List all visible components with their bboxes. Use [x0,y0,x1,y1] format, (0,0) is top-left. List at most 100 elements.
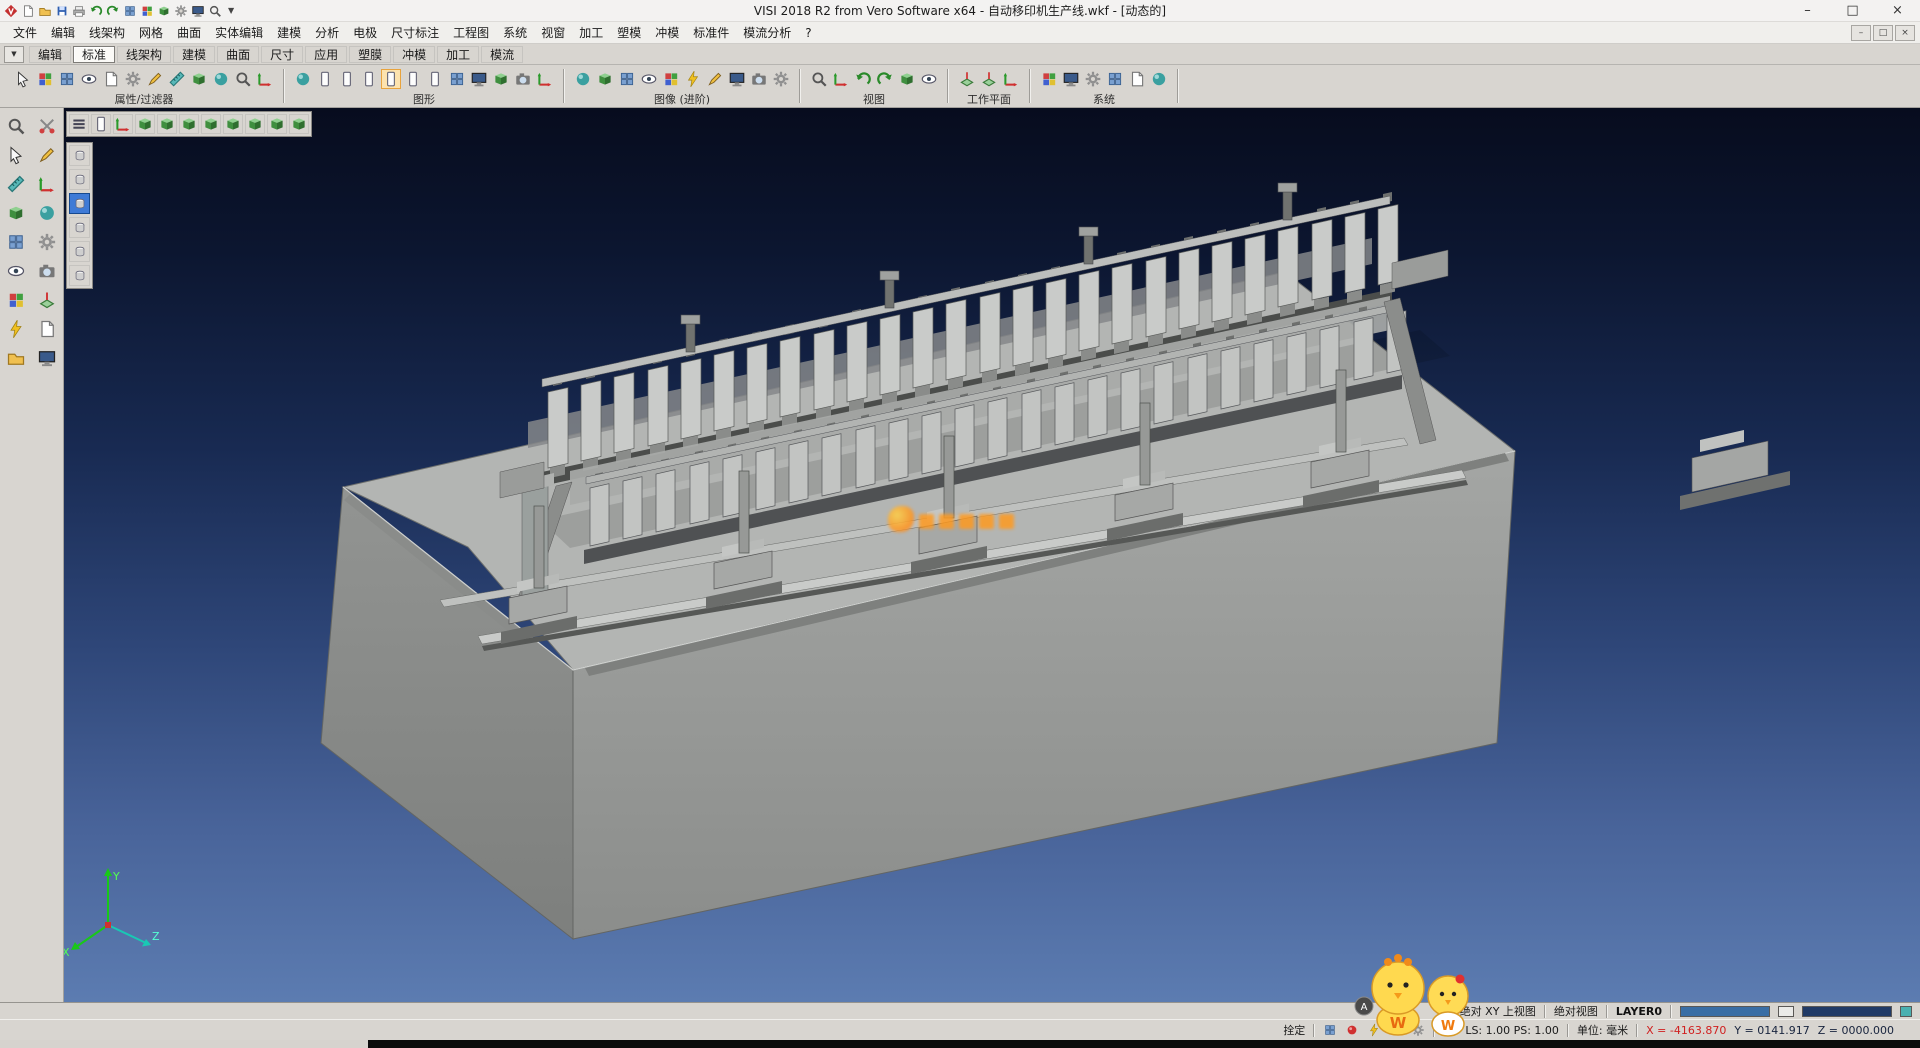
tab-dimension[interactable]: 尺寸 [261,46,303,63]
doc-tool-icon[interactable] [37,319,57,339]
viewport-3d[interactable]: X Y Z [64,108,1920,1002]
back-view-icon[interactable] [245,114,265,134]
tab-list-dropdown-icon[interactable]: ▼ [4,46,24,63]
viewport-layout-3-icon[interactable] [360,70,378,88]
iso-view-icon[interactable] [135,114,155,134]
axes-toggle-icon[interactable] [536,70,554,88]
tab-apply[interactable]: 应用 [305,46,347,63]
new-file-icon[interactable] [21,4,35,18]
library-tool-icon[interactable] [6,348,26,368]
wireframe-view-icon[interactable] [596,70,614,88]
quick-tool-icon[interactable] [6,319,26,339]
options-tool-icon[interactable] [37,232,57,252]
settings-filter-icon[interactable] [124,70,142,88]
zoom-icon[interactable] [810,70,828,88]
redo-icon[interactable] [106,4,120,18]
model-3d[interactable] [321,183,1790,939]
grid-icon[interactable] [123,4,137,18]
layer-search-icon[interactable] [1438,1004,1452,1018]
snapshot-icon[interactable] [514,70,532,88]
render-sphere-icon[interactable] [294,70,312,88]
shading-filter-icon[interactable] [212,70,230,88]
menu-item-help[interactable]: ? [798,24,818,42]
open-file-icon[interactable] [38,4,52,18]
undo-icon[interactable] [89,4,103,18]
print-icon[interactable] [72,4,86,18]
axonometric-view-icon[interactable] [289,114,309,134]
material-colors-icon[interactable] [662,70,680,88]
tab-mold[interactable]: 塑膜 [349,46,391,63]
quick-access-caret-icon[interactable]: ▼ [225,6,237,15]
rotate-right-icon[interactable] [876,70,894,88]
workplane-axes-icon[interactable] [1002,70,1020,88]
viewport-canvas[interactable]: X Y Z [64,108,1920,1002]
selection-mode-4-button[interactable] [69,217,90,238]
viewport-layout-1-icon[interactable] [316,70,334,88]
menu-item-drafting[interactable]: 工程图 [446,22,496,43]
sketch-render-icon[interactable] [706,70,724,88]
measure-tool-icon[interactable] [6,174,26,194]
menu-item-electrode[interactable]: 电极 [346,22,384,43]
menu-item-standard-parts[interactable]: 标准件 [686,22,736,43]
menu-item-mold[interactable]: 塑模 [610,22,648,43]
menu-item-moldflow[interactable]: 模流分析 [736,22,798,43]
transparency-icon[interactable] [640,70,658,88]
render-quality-icon[interactable] [1150,70,1168,88]
cube-icon[interactable] [157,4,171,18]
move-tool-icon[interactable] [37,174,57,194]
view-visibility-icon[interactable] [920,70,938,88]
active-layer-button[interactable]: LAYER0 [1616,1005,1662,1018]
view-tool-icon[interactable] [6,261,26,281]
menu-item-die[interactable]: 冲模 [648,22,686,43]
selection-mode-2-button[interactable] [69,169,90,190]
display-settings-icon[interactable] [728,70,746,88]
grid-settings-icon[interactable] [1106,70,1124,88]
viewport-layout-6-icon[interactable] [426,70,444,88]
lock-label[interactable]: 拴定 [1283,1022,1305,1038]
tab-machining[interactable]: 加工 [437,46,479,63]
tab-edit[interactable]: 编辑 [29,46,71,63]
menu-item-window[interactable]: 视窗 [534,22,572,43]
menu-item-dimension[interactable]: 尺寸标注 [384,22,446,43]
menu-item-machining[interactable]: 加工 [572,22,610,43]
plane-tool-icon[interactable] [37,290,57,310]
display-tool-icon[interactable] [37,348,57,368]
advanced-render-icon[interactable] [772,70,790,88]
save-icon[interactable] [55,4,69,18]
view-menu-icon[interactable] [69,114,89,134]
display-config-icon[interactable] [1062,70,1080,88]
dynamic-rotate-icon[interactable] [113,114,133,134]
top-view-icon[interactable] [179,114,199,134]
left-view-icon[interactable] [223,114,243,134]
highlight-color-chip[interactable] [1900,1006,1912,1017]
layer-color-swatch[interactable] [1680,1006,1770,1017]
grid-toggle-icon[interactable] [448,70,466,88]
color-table-icon[interactable] [1040,70,1058,88]
selection-filter-icon[interactable] [14,70,32,88]
menu-item-system[interactable]: 系统 [496,22,534,43]
doc-minimize-button[interactable]: – [1851,25,1871,41]
menu-item-surface[interactable]: 曲面 [170,22,208,43]
tab-die[interactable]: 冲模 [393,46,435,63]
pen-color-chip[interactable] [1778,1006,1794,1017]
tab-standard[interactable]: 标准 [73,46,115,63]
tab-surface[interactable]: 曲面 [217,46,259,63]
menu-item-edit[interactable]: 编辑 [44,22,82,43]
viewport-layout-2-icon[interactable] [338,70,356,88]
menu-item-mesh[interactable]: 网格 [132,22,170,43]
selection-mode-3-button[interactable] [69,193,90,214]
sketch-tool-icon[interactable] [37,145,57,165]
menu-item-wireframe[interactable]: 线架构 [82,22,132,43]
lighting-icon[interactable] [684,70,702,88]
selection-mode-1-button[interactable] [69,145,90,166]
modify-attributes-icon[interactable] [146,70,164,88]
color-filter-icon[interactable] [36,70,54,88]
shaded-view-icon[interactable] [574,70,592,88]
viewport-layout-4-icon[interactable] [382,70,400,88]
solid-tool-icon[interactable] [6,203,26,223]
menu-item-solid-edit[interactable]: 实体编辑 [208,22,270,43]
front-view-icon[interactable] [157,114,177,134]
info-status-icon[interactable] [1389,1023,1403,1037]
bottom-view-icon[interactable] [267,114,287,134]
minimize-button[interactable]: – [1785,0,1830,21]
